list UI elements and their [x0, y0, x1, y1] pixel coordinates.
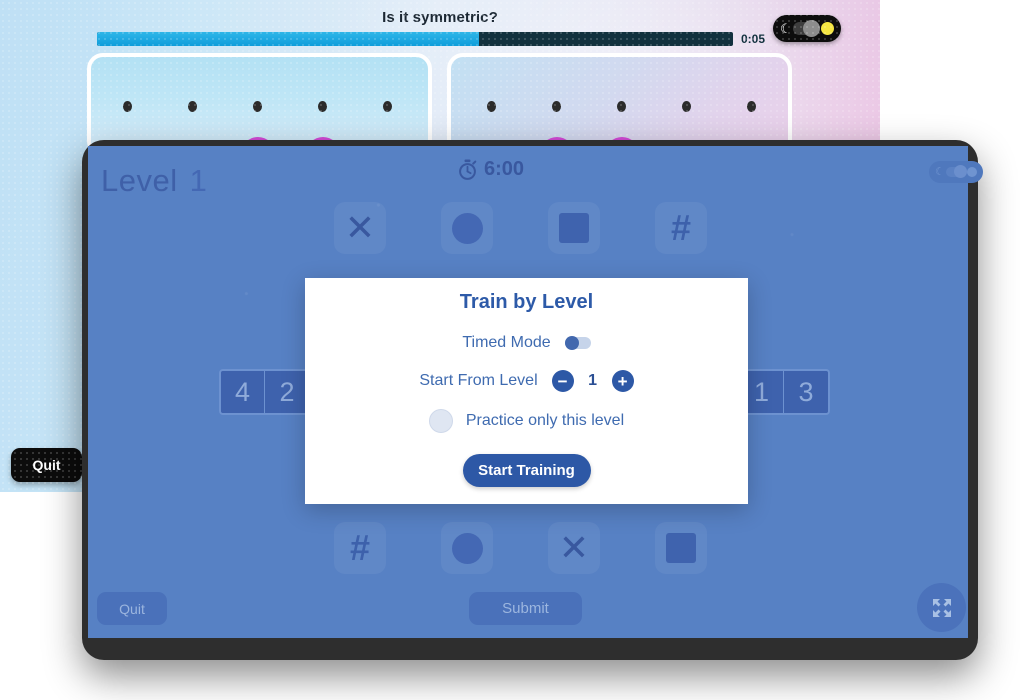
progress-bar-fill	[97, 32, 479, 46]
moon-icon: ☾	[935, 165, 945, 178]
number-cell[interactable]: 3	[784, 371, 828, 413]
timed-mode-row: Timed Mode	[305, 334, 748, 352]
card-dot	[318, 101, 327, 112]
start-from-level-label: Start From Level	[419, 372, 538, 389]
practice-only-row: Practice only this level	[305, 409, 748, 433]
fullscreen-button[interactable]	[917, 583, 966, 632]
sun-icon	[821, 22, 834, 35]
level-increment-button[interactable]: +	[611, 370, 634, 392]
square-icon	[559, 213, 589, 243]
hash-icon: #	[349, 527, 371, 568]
circle-icon	[451, 532, 483, 564]
number-cell[interactable]: 2	[265, 371, 309, 413]
symmetry-question-title: Is it symmetric?	[382, 9, 498, 26]
timed-mode-toggle[interactable]	[564, 336, 591, 350]
modal-title: Train by Level	[459, 291, 594, 313]
hash-icon: #	[670, 207, 692, 248]
bottom-shape-tile-row: # ✕	[334, 522, 707, 574]
card-dot	[682, 101, 691, 112]
card-dot	[487, 101, 496, 112]
submit-button[interactable]: Submit	[469, 592, 582, 625]
card-dot	[617, 101, 626, 112]
card-dot	[188, 101, 197, 112]
card-dot	[383, 101, 392, 112]
train-by-level-modal: Train by Level Timed Mode Start From Lev…	[305, 278, 748, 504]
background-theme-toggle[interactable]: ☾	[773, 15, 841, 42]
number-cell[interactable]: 4	[221, 371, 265, 413]
card-dot	[552, 101, 561, 112]
start-from-level-row: Start From Level − 1 +	[305, 370, 748, 392]
square-icon	[666, 533, 696, 563]
card-dot	[123, 101, 132, 112]
shape-tile-square[interactable]	[655, 522, 707, 574]
game-timer: 6:00	[458, 158, 524, 181]
start-training-button[interactable]: Start Training	[462, 454, 591, 487]
top-shape-tile-row: ✕ #	[334, 202, 707, 254]
progress-bar-track	[97, 32, 733, 46]
shape-tile-circle[interactable]	[441, 522, 493, 574]
timed-mode-label: Timed Mode	[462, 334, 551, 351]
right-number-strip[interactable]: 1 3	[738, 369, 830, 415]
left-number-strip[interactable]: 4 2	[219, 369, 311, 415]
practice-only-radio[interactable]	[428, 409, 453, 433]
level-decrement-button[interactable]: −	[551, 370, 574, 392]
progress-time-label: 0:05	[740, 32, 765, 46]
shape-tile-x[interactable]: ✕	[548, 522, 600, 574]
toggle-knob	[793, 20, 821, 37]
level-value: 1	[588, 372, 598, 389]
moon-icon: ☾	[780, 21, 792, 36]
x-icon: ✕	[558, 527, 590, 568]
card-dot	[253, 101, 262, 112]
practice-only-label: Practice only this level	[465, 412, 625, 429]
level-indicator: Level 1	[101, 163, 207, 199]
timer-value: 6:00	[484, 158, 525, 180]
toggle-knob	[945, 165, 967, 178]
shape-tile-hash[interactable]: #	[655, 202, 707, 254]
sun-icon	[967, 167, 977, 177]
background-quit-button[interactable]: Quit	[11, 448, 82, 482]
game-quit-button[interactable]: Quit	[97, 592, 167, 625]
circle-icon	[451, 212, 483, 244]
shape-tile-x[interactable]: ✕	[334, 202, 386, 254]
level-label: Level	[101, 163, 178, 198]
card-dot	[747, 101, 756, 112]
level-number: 1	[189, 163, 208, 198]
game-theme-toggle[interactable]: ☾	[929, 161, 983, 183]
shape-tile-square[interactable]	[548, 202, 600, 254]
fullscreen-expand-icon	[932, 598, 951, 617]
shape-tile-hash[interactable]: #	[334, 522, 386, 574]
x-icon: ✕	[344, 207, 376, 248]
shape-tile-circle[interactable]	[441, 202, 493, 254]
symmetry-progress-row: 0:05	[97, 31, 765, 47]
stopwatch-icon	[459, 159, 477, 180]
